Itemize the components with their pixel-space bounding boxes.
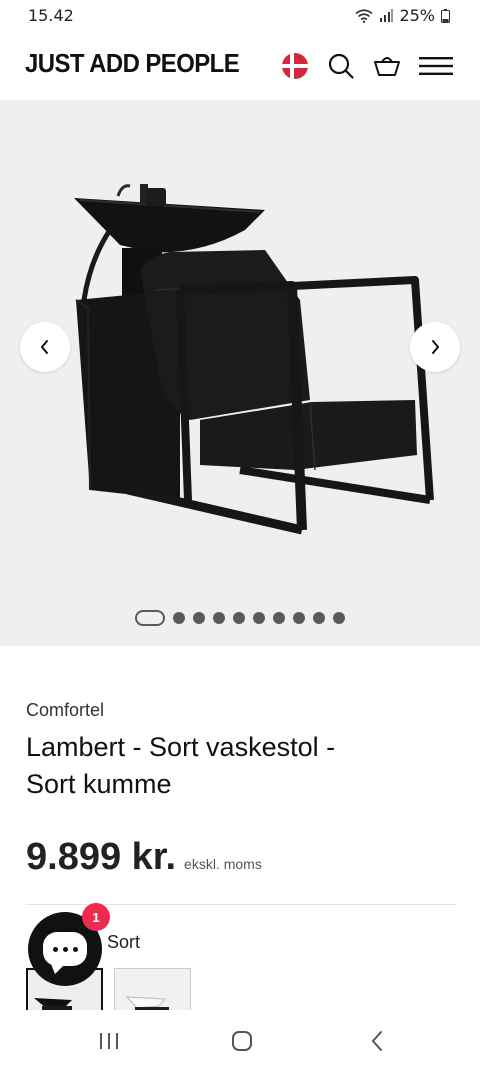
site-logo[interactable]: JUST ADD PEOPLE (25, 48, 240, 79)
wifi-icon (355, 8, 373, 23)
product-info: Comfortel Lambert - Sort vaskestol - Sor… (26, 700, 456, 803)
site-header: JUST ADD PEOPLE (0, 32, 480, 100)
menu-icon[interactable] (418, 51, 454, 81)
battery-icon (441, 8, 450, 23)
product-gallery[interactable] (0, 100, 480, 646)
recent-apps-icon (100, 1033, 118, 1049)
gallery-dot[interactable] (213, 612, 225, 624)
chevron-left-icon (40, 340, 48, 354)
gallery-dot[interactable] (173, 612, 185, 624)
variant-selected-name: Sort (107, 932, 141, 952)
product-brand[interactable]: Comfortel (26, 700, 456, 721)
gallery-next-button[interactable] (410, 322, 460, 372)
header-actions (280, 51, 454, 81)
gallery-dot[interactable] (233, 612, 245, 624)
system-navigation-bar (0, 1010, 480, 1070)
status-bar: 15.42 25% (0, 0, 480, 32)
chat-icon (43, 932, 87, 974)
flag-denmark-icon[interactable] (280, 51, 310, 81)
chevron-right-icon (432, 340, 440, 354)
home-button[interactable] (227, 1028, 257, 1054)
back-button[interactable] (362, 1028, 392, 1054)
gallery-dot[interactable] (313, 612, 325, 624)
price-row: 9.899 kr. ekskl. moms (26, 836, 262, 879)
gallery-pagination (0, 610, 480, 626)
gallery-dot[interactable] (135, 610, 165, 626)
status-time: 15.42 (28, 6, 74, 25)
signal-icon (380, 9, 394, 22)
gallery-dot[interactable] (193, 612, 205, 624)
back-icon (371, 1031, 382, 1051)
product-title: Lambert - Sort vaskestol - Sort kumme (26, 729, 456, 803)
status-indicators: 25% (355, 6, 450, 25)
gallery-dot[interactable] (273, 612, 285, 624)
battery-percent: 25% (399, 6, 435, 25)
product-title-line-1: Lambert - Sort vaskestol - (26, 732, 336, 762)
product-image (74, 184, 434, 535)
gallery-dot[interactable] (333, 612, 345, 624)
gallery-prev-button[interactable] (20, 322, 70, 372)
gallery-dot[interactable] (253, 612, 265, 624)
product-price: 9.899 kr. (26, 836, 177, 878)
recent-apps-button[interactable] (94, 1028, 124, 1054)
basket-icon[interactable] (372, 51, 402, 81)
gallery-dot[interactable] (293, 612, 305, 624)
search-icon[interactable] (326, 51, 356, 81)
chat-unread-badge: 1 (82, 903, 110, 931)
product-title-line-2: Sort kumme (26, 769, 172, 799)
price-tax-note: ekskl. moms (184, 856, 262, 872)
home-icon (232, 1031, 252, 1051)
